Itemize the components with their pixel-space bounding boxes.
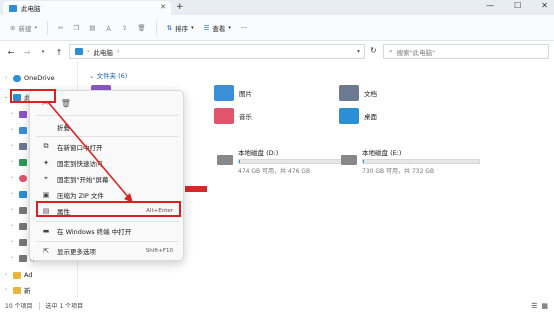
arrow-line <box>47 101 130 199</box>
annotation-arrow <box>47 101 133 203</box>
file-explorer-window: 此电脑 ✕ + — ☐ ✕ ⊕ 新建 ▾ ✂ ❐ ▤ Ａ ⇪ 🗑 ⇅ 排序 ▾ … <box>0 0 554 312</box>
